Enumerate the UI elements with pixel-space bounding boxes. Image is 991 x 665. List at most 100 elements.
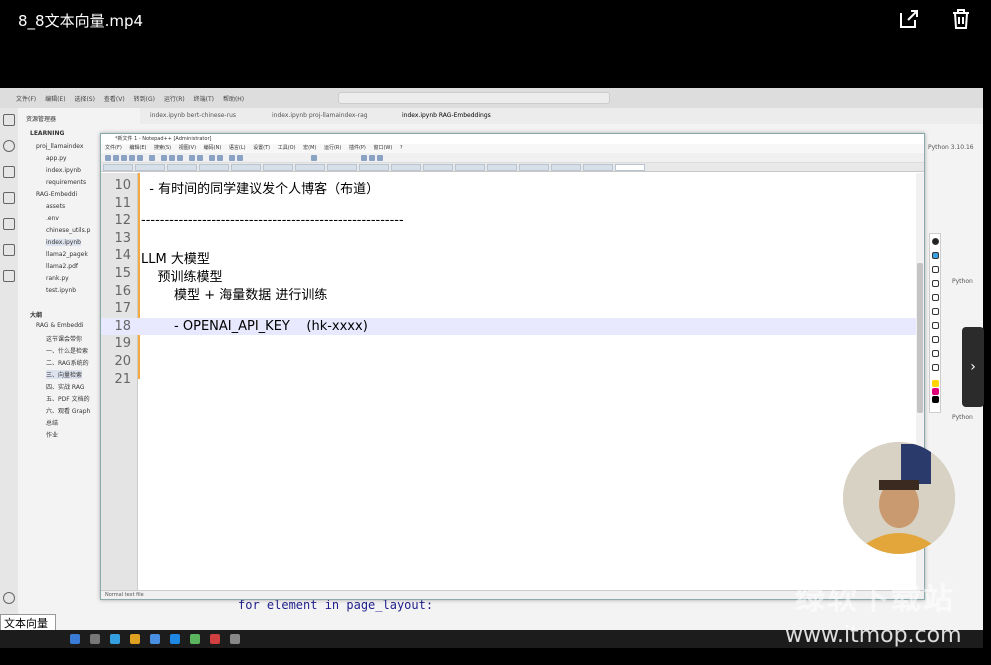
app-icon[interactable]	[210, 634, 220, 644]
npp-menu-encoding[interactable]: 编码(N)	[204, 145, 222, 151]
npp-file-tab[interactable]	[423, 164, 453, 171]
tree-item[interactable]: llama2.pdf	[46, 263, 78, 270]
outline-item[interactable]: 二、RAG系统的	[46, 358, 89, 367]
save-all-icon[interactable]	[129, 155, 135, 161]
tree-item[interactable]: .env	[46, 215, 59, 222]
remote-icon[interactable]	[3, 218, 15, 230]
editor-line-active[interactable]: 18 - OPENAI_API_KEY (hk-xxxx)	[101, 317, 921, 336]
wrap-icon[interactable]	[311, 155, 317, 161]
editor-line[interactable]: 16 模型 + 海量数据 进行训练	[101, 283, 921, 303]
share-icon[interactable]	[898, 8, 920, 30]
npp-file-tab[interactable]	[135, 164, 165, 171]
outline-item[interactable]: 四、实战 RAG	[46, 382, 84, 391]
tree-item[interactable]: rank.py	[46, 275, 69, 282]
clear-draw-icon[interactable]	[932, 364, 939, 371]
npp-file-tab[interactable]	[327, 164, 357, 171]
chrome-icon[interactable]	[150, 634, 160, 644]
eraser-tool-icon[interactable]	[932, 308, 939, 315]
editor-line[interactable]: 10 - 有时间的同学建议发个人博客（布道）	[101, 177, 921, 197]
editor-line[interactable]: 20	[101, 353, 921, 371]
editor-line[interactable]: 21	[101, 371, 921, 389]
open-file-icon[interactable]	[113, 155, 119, 161]
extensions-icon[interactable]	[3, 244, 15, 256]
shape-tool-icon[interactable]	[932, 322, 939, 329]
undo-draw-icon[interactable]	[932, 350, 939, 357]
editor-line[interactable]: 12 --------------------------------------…	[101, 212, 921, 230]
npp-menu-help[interactable]: ?	[400, 145, 403, 151]
redo-icon[interactable]	[197, 155, 203, 161]
npp-file-tab[interactable]	[487, 164, 517, 171]
menu-goto[interactable]: 转到(G)	[134, 94, 155, 103]
line-tool-icon[interactable]	[932, 294, 939, 301]
tree-item[interactable]: RAG-Embeddi	[36, 191, 77, 198]
tree-item[interactable]: assets	[46, 203, 65, 210]
close-file-icon[interactable]	[137, 155, 143, 161]
search-icon[interactable]	[3, 140, 15, 152]
undo-icon[interactable]	[189, 155, 195, 161]
search-icon[interactable]	[90, 634, 100, 644]
tree-item[interactable]: proj_llamaindex	[36, 143, 83, 150]
npp-file-tab[interactable]	[359, 164, 389, 171]
npp-menu-file[interactable]: 文件(F)	[105, 145, 122, 151]
vscode-icon[interactable]	[170, 634, 180, 644]
npp-menu-language[interactable]: 语言(L)	[229, 145, 246, 151]
npp-file-tab[interactable]	[519, 164, 549, 171]
outline-title[interactable]: 大纲	[30, 310, 42, 319]
tree-item[interactable]: index.ipynb	[46, 167, 81, 174]
start-icon[interactable]	[70, 634, 80, 644]
notepad-icon[interactable]	[190, 634, 200, 644]
editor-line[interactable]: 15 预训练模型	[101, 265, 921, 285]
editor-line[interactable]: 13	[101, 230, 921, 248]
pointer-tool-icon[interactable]	[932, 252, 939, 259]
color-magenta-icon[interactable]	[932, 388, 939, 395]
replace-icon[interactable]	[217, 155, 223, 161]
app-icon[interactable]	[230, 634, 240, 644]
tree-item[interactable]: llama2_pagek	[46, 251, 88, 258]
copy-icon[interactable]	[169, 155, 175, 161]
npp-menu-settings[interactable]: 设置(T)	[253, 145, 270, 151]
npp-file-tab[interactable]	[199, 164, 229, 171]
npp-file-tab[interactable]	[455, 164, 485, 171]
scrollbar-thumb[interactable]	[917, 263, 923, 413]
find-icon[interactable]	[209, 155, 215, 161]
explorer-icon[interactable]	[130, 634, 140, 644]
editor-line[interactable]: 14 LLM 大模型	[101, 247, 921, 267]
menu-run[interactable]: 运行(R)	[164, 94, 185, 103]
record-macro-icon[interactable]	[361, 155, 367, 161]
npp-file-tab[interactable]	[391, 164, 421, 171]
menu-help[interactable]: 帮助(H)	[223, 94, 244, 103]
tree-item[interactable]: requirements	[46, 179, 86, 186]
npp-file-tab[interactable]	[167, 164, 197, 171]
npp-menu-run[interactable]: 运行(R)	[324, 145, 341, 151]
tab-index-llamaindex[interactable]: index.ipynb proj-llamaindex-rag	[272, 112, 368, 119]
npp-menu-window[interactable]: 窗口(W)	[373, 145, 392, 151]
marker-tool-icon[interactable]	[932, 280, 939, 287]
tree-item-selected[interactable]: index.ipynb	[46, 239, 81, 246]
npp-menu-tools[interactable]: 工具(O)	[278, 145, 296, 151]
menu-terminal[interactable]: 终端(T)	[194, 94, 214, 103]
outline-item[interactable]: 这节课会带你	[46, 334, 82, 343]
command-search[interactable]	[338, 92, 610, 104]
tab-index-bert[interactable]: index.ipynb bert-chinese-rus	[150, 112, 236, 119]
editor-line[interactable]: 11	[101, 195, 921, 213]
editor-line[interactable]: 17	[101, 300, 921, 318]
color-yellow-icon[interactable]	[932, 380, 939, 387]
outline-item[interactable]: RAG & Embeddi	[36, 322, 84, 329]
pen-tool-icon[interactable]	[932, 266, 939, 273]
outline-item[interactable]: 五、PDF 文档的	[46, 394, 90, 403]
print-icon[interactable]	[149, 155, 155, 161]
outline-item[interactable]: 作业	[46, 430, 58, 439]
outline-item[interactable]: 一、什么是检索	[46, 346, 88, 355]
run-debug-icon[interactable]	[3, 192, 15, 204]
edge-icon[interactable]	[110, 634, 120, 644]
editor-line[interactable]: 19	[101, 335, 921, 353]
outline-item[interactable]: 六、观看 Graph	[46, 406, 90, 415]
zoom-in-icon[interactable]	[229, 155, 235, 161]
paste-icon[interactable]	[177, 155, 183, 161]
text-tool-icon[interactable]	[932, 336, 939, 343]
tree-item[interactable]: chinese_utils.p	[46, 227, 90, 234]
menu-file[interactable]: 文件(F)	[16, 94, 36, 103]
npp-file-tab[interactable]	[103, 164, 133, 171]
menu-edit[interactable]: 编辑(E)	[45, 94, 65, 103]
play-macro-icon[interactable]	[377, 155, 383, 161]
